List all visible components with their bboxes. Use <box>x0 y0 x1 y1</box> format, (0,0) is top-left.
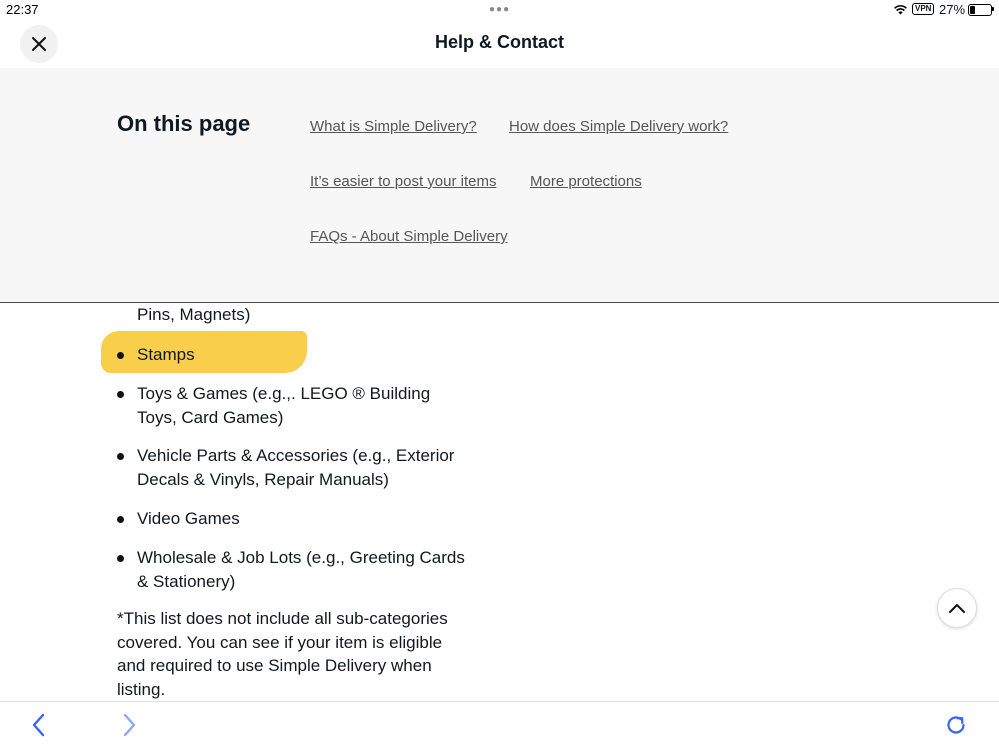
toc-link-what-is[interactable]: What is Simple Delivery? <box>310 118 477 135</box>
toc-link-more-protections[interactable]: More protections <box>530 173 642 190</box>
header: Help & Contact <box>0 20 999 68</box>
wifi-icon <box>894 5 907 15</box>
multitask-dots-icon[interactable]: ●●● <box>489 4 510 15</box>
bullet-icon <box>117 391 124 398</box>
vpn-badge: VPN <box>912 3 935 15</box>
forward-button[interactable] <box>117 712 143 738</box>
list-item-text: Wholesale & Job Lots (e.g., Greeting Car… <box>137 548 465 591</box>
forward-arrow-icon <box>123 713 136 737</box>
reload-icon <box>947 716 965 734</box>
back-button[interactable] <box>25 712 51 738</box>
toc-link-how-it-works[interactable]: How does Simple Delivery work? <box>509 118 728 135</box>
toc-link-easier-to-post[interactable]: It’s easier to post your items <box>310 173 496 190</box>
battery-icon <box>968 4 992 16</box>
list-item-text: Video Games <box>137 509 240 528</box>
on-this-page-heading: On this page <box>117 111 251 136</box>
status-bar: 22:37 ●●● VPN 27% <box>0 0 999 20</box>
bullet-icon <box>117 352 124 359</box>
bullet-icon <box>117 555 124 562</box>
back-arrow-icon <box>32 713 45 737</box>
bullet-icon <box>117 516 124 523</box>
list-continuation: Pins, Magnets) <box>137 305 251 324</box>
list-item-text: Toys & Games (e.g.,. LEGO ® Building Toy… <box>137 384 431 427</box>
list-item-text: Vehicle Parts & Accessories (e.g., Exter… <box>137 446 455 489</box>
reload-button[interactable] <box>943 712 969 738</box>
chevron-up-icon <box>949 604 965 613</box>
status-time: 22:37 <box>6 2 39 17</box>
bullet-icon <box>117 453 124 460</box>
toc-link-faqs[interactable]: FAQs - About Simple Delivery <box>310 228 508 245</box>
scroll-to-top-button[interactable] <box>937 588 977 628</box>
on-this-page-panel: On this page What is Simple Delivery? Ho… <box>0 68 999 303</box>
battery-percent: 27% <box>939 2 966 17</box>
footnote: *This list does not include all sub-cate… <box>117 609 448 699</box>
browser-toolbar <box>0 701 999 750</box>
page-title: Help & Contact <box>434 32 564 52</box>
battery-tip <box>992 7 994 11</box>
list-item-text: Stamps <box>137 345 195 364</box>
